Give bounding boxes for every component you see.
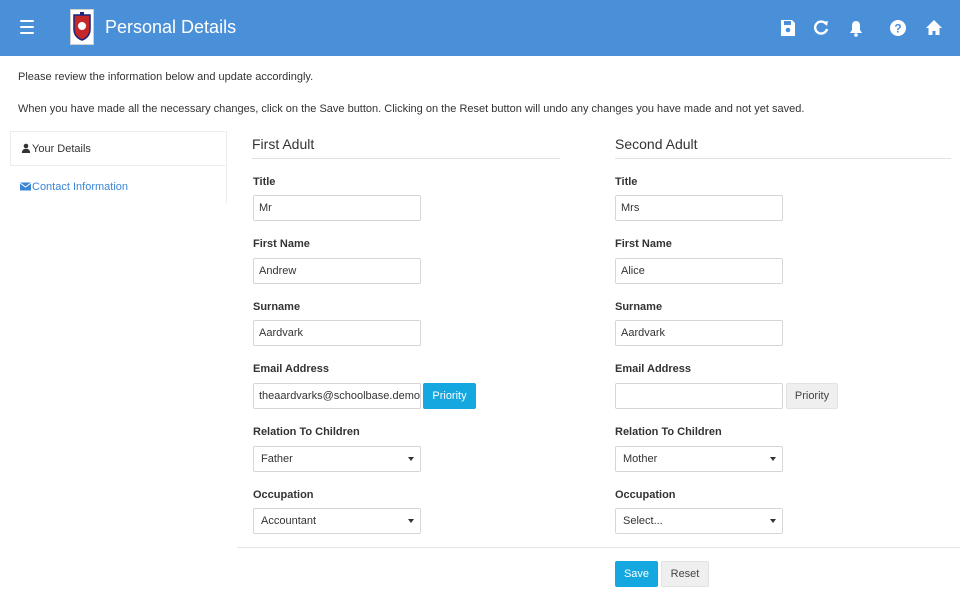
top-bar: Personal Details ? <box>0 0 960 56</box>
page-title: Personal Details <box>105 17 237 37</box>
second-adult-email-label: Email Address <box>615 363 692 375</box>
second-adult-first-name-value: Alice <box>621 265 645 277</box>
footer-divider <box>237 547 960 548</box>
second-adult-relation-value: Mother <box>623 453 658 465</box>
caret-down-icon <box>770 457 776 461</box>
intro-text: Please review the information below and … <box>18 71 314 83</box>
second-adult-title-input[interactable]: Mrs <box>615 195 783 221</box>
sidebar-item-label: Your Details <box>32 143 91 155</box>
caret-down-icon <box>770 519 776 523</box>
bell-icon[interactable] <box>844 16 868 40</box>
first-adult-relation-value: Father <box>261 453 293 465</box>
first-adult-surname-label: Surname <box>253 301 301 313</box>
second-adult-priority-button[interactable]: Priority <box>786 383 838 409</box>
first-adult-title-value: Mr <box>259 202 272 214</box>
help-icon[interactable]: ? <box>886 16 910 40</box>
first-adult-section: First Adult <box>252 136 560 159</box>
caret-down-icon <box>408 457 414 461</box>
second-adult-first-name-label: First Name <box>615 238 672 250</box>
second-adult-relation-label: Relation To Children <box>615 426 722 438</box>
first-adult-email-value: theaardvarks@schoolbase.demo <box>259 390 420 402</box>
second-adult-surname-input[interactable]: Aardvark <box>615 320 783 346</box>
sidebar-item-label: Contact Information <box>32 181 128 193</box>
caret-down-icon <box>408 519 414 523</box>
first-adult-relation-select[interactable]: Father <box>253 446 421 472</box>
second-adult-heading: Second Adult <box>615 136 951 159</box>
second-adult-email-input[interactable] <box>615 383 783 409</box>
reset-button[interactable]: Reset <box>661 561 709 587</box>
refresh-icon[interactable] <box>809 16 833 40</box>
second-adult-title-value: Mrs <box>621 202 640 214</box>
second-adult-occupation-label: Occupation <box>615 489 676 501</box>
first-adult-relation-label: Relation To Children <box>253 426 360 438</box>
second-adult-occupation-value: Select... <box>623 515 663 527</box>
save-icon[interactable] <box>776 16 800 40</box>
first-adult-email-input[interactable]: theaardvarks@schoolbase.demo <box>253 383 421 409</box>
first-adult-occupation-label: Occupation <box>253 489 314 501</box>
home-icon[interactable] <box>922 16 946 40</box>
sidebar-nav: Your Details Contact Information <box>10 131 226 201</box>
first-adult-occupation-select[interactable]: Accountant <box>253 508 421 534</box>
second-adult-surname-value: Aardvark <box>621 327 666 339</box>
second-adult-section: Second Adult <box>615 136 951 159</box>
svg-text:?: ? <box>894 22 901 36</box>
sidebar-item-your-details[interactable]: Your Details <box>10 131 226 166</box>
first-adult-first-name-value: Andrew <box>259 265 297 277</box>
second-adult-surname-label: Surname <box>615 301 663 313</box>
first-adult-first-name-label: First Name <box>253 238 310 250</box>
instructions-text: When you have made all the necessary cha… <box>18 103 805 115</box>
sidebar-item-contact-information[interactable]: Contact Information <box>10 166 226 201</box>
first-adult-occupation-value: Accountant <box>261 515 317 527</box>
school-crest-icon <box>70 9 94 45</box>
first-adult-email-label: Email Address <box>253 363 330 375</box>
envelope-icon <box>20 182 31 191</box>
first-adult-surname-input[interactable]: Aardvark <box>253 320 421 346</box>
first-adult-priority-button[interactable]: Priority <box>423 383 476 409</box>
first-adult-title-input[interactable]: Mr <box>253 195 421 221</box>
second-adult-first-name-input[interactable]: Alice <box>615 258 783 284</box>
sidebar-divider <box>226 131 227 203</box>
user-icon <box>21 143 31 153</box>
first-adult-title-label: Title <box>253 176 276 188</box>
second-adult-relation-select[interactable]: Mother <box>615 446 783 472</box>
second-adult-title-label: Title <box>615 176 638 188</box>
first-adult-surname-value: Aardvark <box>259 327 304 339</box>
menu-icon[interactable] <box>16 16 38 40</box>
save-button[interactable]: Save <box>615 561 658 587</box>
first-adult-first-name-input[interactable]: Andrew <box>253 258 421 284</box>
second-adult-occupation-select[interactable]: Select... <box>615 508 783 534</box>
first-adult-heading: First Adult <box>252 136 560 159</box>
